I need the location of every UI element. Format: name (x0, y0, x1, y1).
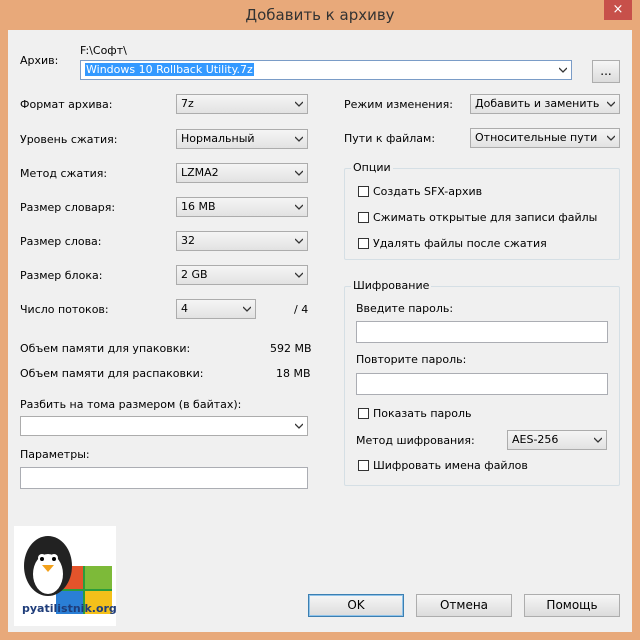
archive-name-combo[interactable]: Windows 10 Rollback Utility.7z (80, 60, 572, 80)
params-label: Параметры: (20, 448, 90, 461)
split-select[interactable] (20, 416, 308, 436)
dialog-client: Архив: F:\Софт\ Windows 10 Rollback Util… (8, 30, 632, 632)
chevron-down-icon (295, 136, 303, 142)
method-value: LZMA2 (181, 166, 219, 179)
chevron-down-icon (243, 306, 251, 312)
chevron-down-icon (295, 238, 303, 244)
delete-checkbox[interactable] (358, 238, 369, 249)
repeat-password-label: Повторите пароль: (356, 353, 467, 366)
block-select[interactable]: 2 GB (176, 265, 308, 285)
level-select[interactable]: Нормальный (176, 129, 308, 149)
chevron-down-icon (607, 135, 615, 141)
split-label: Разбить на тома размером (в байтах): (20, 398, 242, 411)
sfx-checkbox[interactable] (358, 186, 369, 197)
threads-total: / 4 (294, 303, 309, 316)
archive-path: F:\Софт\ (80, 44, 127, 57)
dialog-window: Добавить к архиву × Архив: F:\Софт\ Wind… (0, 0, 640, 640)
password-label: Введите пароль: (356, 302, 454, 315)
delete-label[interactable]: Удалять файлы после сжатия (373, 237, 547, 250)
shared-checkbox[interactable] (358, 212, 369, 223)
threads-label: Число потоков: (20, 303, 109, 316)
level-value: Нормальный (181, 132, 255, 145)
block-value: 2 GB (181, 268, 208, 281)
show-password-label[interactable]: Показать пароль (373, 407, 472, 420)
enc-method-value: AES-256 (512, 433, 559, 446)
sfx-label[interactable]: Создать SFX-архив (373, 185, 482, 198)
threads-value: 4 (181, 302, 188, 315)
params-input[interactable] (20, 467, 308, 489)
logo: pyatilistnik.org (14, 526, 117, 626)
logo-text: pyatilistnik.org (22, 602, 117, 615)
chevron-down-icon (295, 272, 303, 278)
method-select[interactable]: LZMA2 (176, 163, 308, 183)
chevron-down-icon (607, 101, 615, 107)
update-label: Режим изменения: (344, 98, 453, 111)
chevron-down-icon (594, 437, 602, 443)
format-value: 7z (181, 97, 194, 110)
update-select[interactable]: Добавить и заменить (470, 94, 620, 114)
repeat-password-input[interactable] (356, 373, 608, 395)
threads-select[interactable]: 4 (176, 299, 256, 319)
chevron-down-icon (295, 101, 303, 107)
options-title: Опции (351, 161, 393, 174)
chevron-down-icon (295, 423, 303, 429)
encryption-title: Шифрование (351, 279, 432, 292)
title-bar[interactable]: Добавить к архиву × (0, 0, 640, 30)
paths-value: Относительные пути (475, 131, 598, 144)
mem-pack-value: 592 MB (270, 342, 312, 355)
mem-pack-label: Объем памяти для упаковки: (20, 342, 191, 355)
encrypt-names-checkbox[interactable] (358, 460, 369, 471)
block-label: Размер блока: (20, 269, 103, 282)
dict-select[interactable]: 16 MB (176, 197, 308, 217)
chevron-down-icon (295, 170, 303, 176)
word-label: Размер слова: (20, 235, 102, 248)
update-value: Добавить и заменить (475, 97, 600, 110)
close-icon: × (612, 2, 624, 17)
browse-button[interactable]: ... (592, 60, 620, 83)
format-label: Формат архива: (20, 98, 113, 111)
enc-method-select[interactable]: AES-256 (507, 430, 607, 450)
format-select[interactable]: 7z (176, 94, 308, 114)
word-value: 32 (181, 234, 195, 247)
paths-select[interactable]: Относительные пути (470, 128, 620, 148)
word-select[interactable]: 32 (176, 231, 308, 251)
enc-method-label: Метод шифрования: (356, 434, 475, 447)
mem-unpack-label: Объем памяти для распаковки: (20, 367, 204, 380)
archive-filename: Windows 10 Rollback Utility.7z (85, 63, 254, 76)
encryption-group: Шифрование Введите пароль: Повторите пар… (344, 279, 620, 486)
dict-value: 16 MB (181, 200, 216, 213)
paths-label: Пути к файлам: (344, 132, 436, 145)
level-label: Уровень сжатия: (20, 133, 118, 146)
options-group: Опции Создать SFX-архив Сжимать открытые… (344, 161, 620, 260)
encrypt-names-label[interactable]: Шифровать имена файлов (373, 459, 528, 472)
chevron-down-icon (295, 204, 303, 210)
cancel-button[interactable]: Отмена (416, 594, 512, 617)
dict-label: Размер словаря: (20, 201, 116, 214)
mem-unpack-value: 18 MB (276, 367, 311, 380)
close-button[interactable]: × (604, 0, 632, 20)
method-label: Метод сжатия: (20, 167, 108, 180)
window-title: Добавить к архиву (245, 6, 395, 24)
archive-label: Архив: (20, 54, 59, 67)
shared-label[interactable]: Сжимать открытые для записи файлы (373, 211, 597, 224)
password-input[interactable] (356, 321, 608, 343)
show-password-checkbox[interactable] (358, 408, 369, 419)
help-button[interactable]: Помощь (524, 594, 620, 617)
ok-button[interactable]: OK (308, 594, 404, 617)
chevron-down-icon (559, 67, 567, 73)
